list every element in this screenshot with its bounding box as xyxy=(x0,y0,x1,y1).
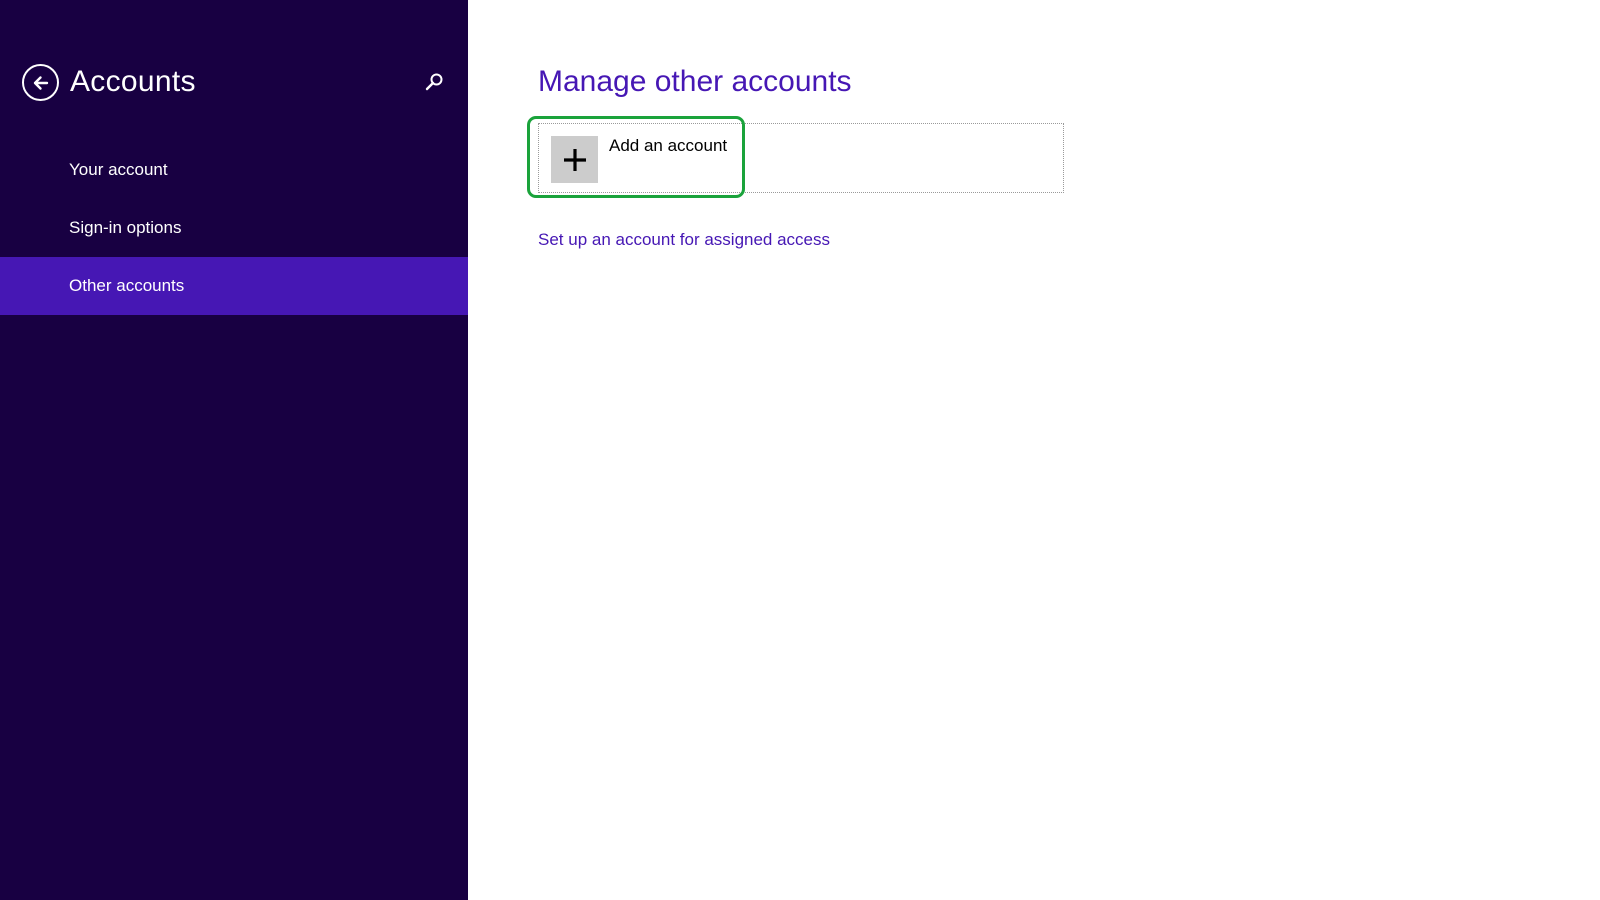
sidebar-item-sign-in-options[interactable]: Sign-in options xyxy=(0,199,468,257)
back-button[interactable] xyxy=(22,64,59,101)
sidebar-nav: Your account Sign-in options Other accou… xyxy=(0,141,468,315)
sidebar-item-other-accounts[interactable]: Other accounts xyxy=(0,257,468,315)
search-button[interactable] xyxy=(422,70,446,94)
search-icon xyxy=(425,73,443,91)
add-account-button[interactable]: Add an account xyxy=(538,123,1064,193)
page-title: Manage other accounts xyxy=(538,65,852,98)
plus-icon xyxy=(563,148,586,171)
sidebar: Accounts Your account Sign-in options Ot… xyxy=(0,0,468,900)
back-arrow-icon xyxy=(33,75,48,90)
main-content: Manage other accounts Add an account Set… xyxy=(468,0,1600,900)
sidebar-item-label: Your account xyxy=(69,160,168,179)
sidebar-item-your-account[interactable]: Your account xyxy=(0,141,468,199)
add-account-label: Add an account xyxy=(609,136,728,155)
assigned-access-link[interactable]: Set up an account for assigned access xyxy=(538,230,830,250)
sidebar-title: Accounts xyxy=(70,65,196,98)
sidebar-item-label: Sign-in options xyxy=(69,218,182,237)
add-account-icon-box xyxy=(551,136,598,183)
sidebar-item-label: Other accounts xyxy=(69,276,185,295)
